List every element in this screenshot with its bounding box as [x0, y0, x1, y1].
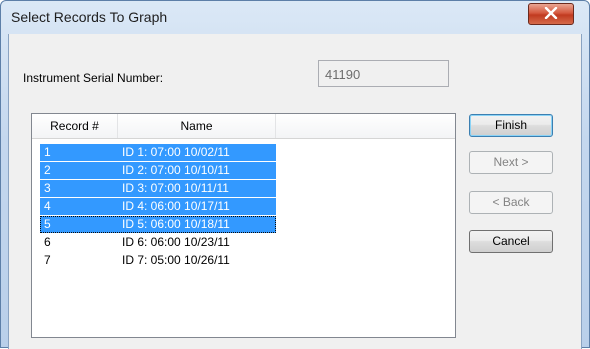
serial-number-field: 41190	[318, 60, 449, 87]
close-button[interactable]	[528, 3, 574, 25]
record-number: 4	[44, 199, 51, 213]
dialog-body: Instrument Serial Number: 41190 Record #…	[8, 34, 582, 349]
record-number: 5	[44, 217, 51, 231]
list-item[interactable]: 1 ID 1: 07:00 10/02/11	[40, 144, 276, 161]
record-number: 3	[44, 181, 51, 195]
list-item[interactable]: 2 ID 2: 07:00 10/10/11	[40, 162, 276, 179]
record-name: ID 1: 07:00 10/02/11	[122, 145, 230, 159]
serial-number-label: Instrument Serial Number:	[23, 71, 164, 85]
title-bar[interactable]: Select Records To Graph	[1, 1, 589, 35]
column-header-name[interactable]: Name	[118, 114, 276, 138]
next-button[interactable]: Next >	[469, 151, 553, 174]
back-button[interactable]: < Back	[469, 191, 553, 214]
record-number: 1	[44, 145, 51, 159]
record-name: ID 5: 06:00 10/18/11	[122, 217, 230, 231]
list-item[interactable]: 4 ID 4: 06:00 10/17/11	[40, 198, 276, 215]
record-name: ID 6: 06:00 10/23/11	[122, 235, 230, 249]
column-header-empty[interactable]	[276, 114, 455, 138]
window-title: Select Records To Graph	[11, 9, 168, 25]
list-item[interactable]: 5 ID 5: 06:00 10/18/11	[40, 216, 276, 233]
list-item[interactable]: 7 ID 7: 05:00 10/26/11	[40, 252, 276, 269]
finish-button[interactable]: Finish	[469, 114, 553, 137]
list-item[interactable]: 3 ID 3: 07:00 10/11/11	[40, 180, 276, 197]
record-name: ID 3: 07:00 10/11/11	[122, 181, 229, 195]
cancel-button[interactable]: Cancel	[469, 230, 553, 253]
list-header: Record # Name	[32, 114, 455, 139]
record-name: ID 7: 05:00 10/26/11	[122, 253, 230, 267]
record-number: 6	[44, 235, 51, 249]
record-name: ID 2: 07:00 10/10/11	[122, 163, 230, 177]
dialog-window: Select Records To Graph Instrument Seria…	[0, 0, 590, 349]
record-number: 2	[44, 163, 51, 177]
column-header-record[interactable]: Record #	[32, 114, 118, 138]
close-icon	[544, 6, 558, 22]
records-list[interactable]: Record # Name 1 ID 1: 07:00 10/02/11 2 ID 2…	[31, 113, 456, 338]
list-item[interactable]: 6 ID 6: 06:00 10/23/11	[40, 234, 276, 251]
record-name: ID 4: 06:00 10/17/11	[122, 199, 230, 213]
record-number: 7	[44, 253, 51, 267]
